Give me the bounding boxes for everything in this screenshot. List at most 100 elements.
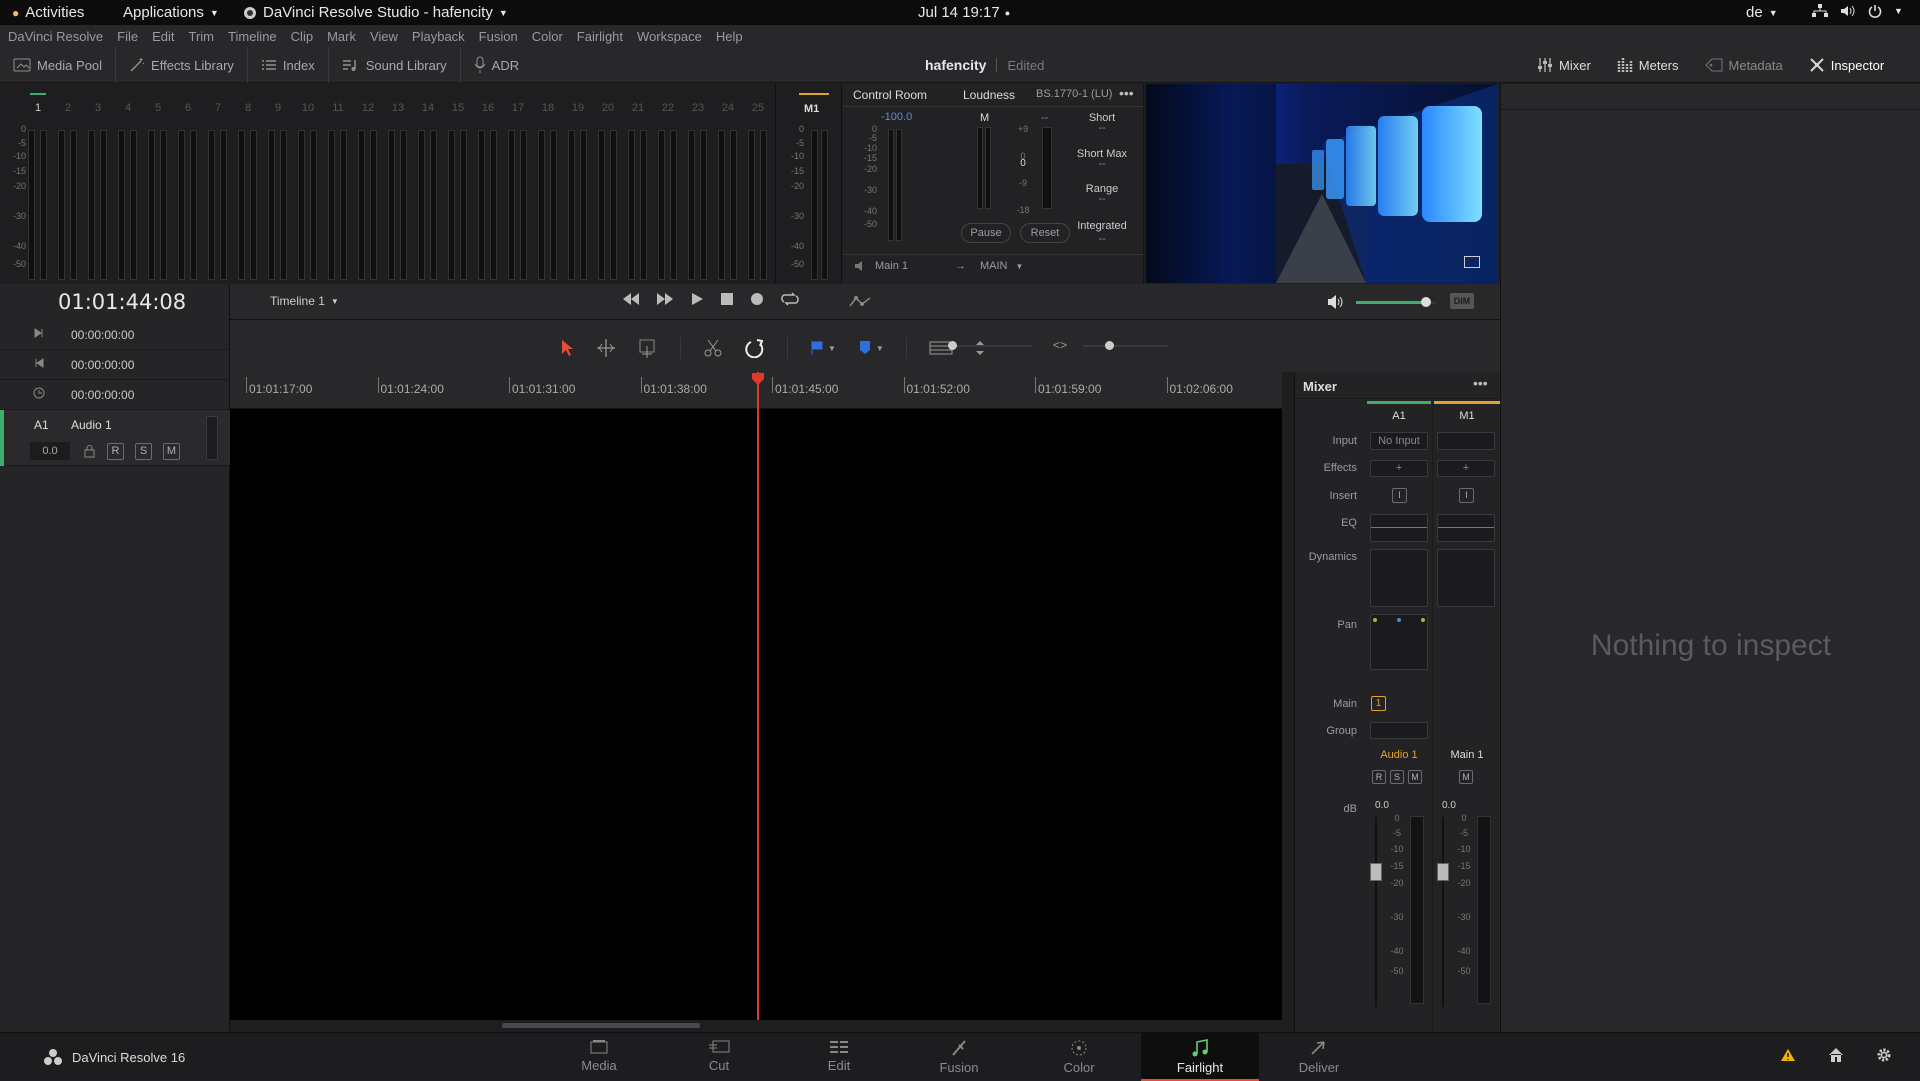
page-tab-deliver[interactable]: Deliver — [1271, 1033, 1367, 1081]
record-button[interactable] — [750, 292, 764, 306]
timeline-zoom-slider-knob[interactable] — [1105, 341, 1114, 350]
loudness-options-button[interactable]: ••• — [1119, 85, 1134, 101]
mixer-a1-fader-track[interactable] — [1375, 817, 1377, 1007]
mixer-m1-strip-name[interactable]: Main 1 — [1434, 749, 1500, 761]
track-mute-button[interactable]: M — [163, 443, 180, 460]
duration-value[interactable]: 00:00:00:00 — [71, 388, 134, 402]
mixer-m1-mute-button[interactable]: M — [1459, 770, 1473, 784]
mixer-options-button[interactable]: ••• — [1473, 375, 1488, 391]
fast-forward-button[interactable] — [656, 292, 674, 306]
media-pool-button[interactable]: Media Pool — [0, 47, 117, 83]
automation-button[interactable] — [849, 294, 871, 310]
menu-trim[interactable]: Trim — [189, 29, 215, 44]
page-tab-edit[interactable]: Edit — [791, 1033, 887, 1081]
in-point-value[interactable]: 00:00:00:00 — [71, 328, 134, 342]
mixer-toggle-button[interactable]: Mixer — [1524, 47, 1604, 83]
rewind-button[interactable] — [622, 292, 640, 306]
applications-menu[interactable]: Applications ▼ — [123, 4, 219, 21]
language-menu[interactable]: de ▼ — [1746, 4, 1778, 21]
mixer-m1-fader-value[interactable]: 0.0 — [1442, 800, 1456, 811]
flag-button[interactable]: ▼ — [810, 340, 836, 356]
mixer-m1-input-selector[interactable] — [1437, 432, 1495, 450]
timeline-track-area[interactable] — [230, 372, 1282, 1020]
mixer-a1-group-selector[interactable] — [1370, 722, 1428, 739]
effects-library-button[interactable]: Effects Library — [116, 47, 248, 83]
mixer-a1-record-button[interactable]: R — [1372, 770, 1386, 784]
page-tab-cut[interactable]: Cut — [671, 1033, 767, 1081]
activities-button[interactable]: ● Activities — [12, 4, 84, 21]
track-height-button[interactable] — [975, 340, 985, 356]
loudness-output-target[interactable]: → MAIN ▼ — [955, 260, 1023, 272]
control-room-level[interactable]: -100.0 — [881, 111, 912, 123]
volume-speaker-button[interactable] — [1327, 295, 1345, 309]
menu-davinci-resolve[interactable]: DaVinci Resolve — [8, 29, 103, 44]
track-solo-button[interactable]: S — [135, 443, 152, 460]
mixer-a1-fader-knob[interactable] — [1370, 863, 1382, 881]
track-lock-icon[interactable] — [84, 445, 95, 458]
inspector-toggle-button[interactable]: Inspector — [1796, 47, 1897, 83]
mixer-a1-fader-value[interactable]: 0.0 — [1375, 800, 1389, 811]
out-point-value[interactable]: 00:00:00:00 — [71, 358, 134, 372]
loudness-standard[interactable]: BS.1770-1 (LU) — [1036, 88, 1112, 100]
timecode-display[interactable]: 01:01:44:08 — [58, 290, 186, 314]
track-height-slider-knob[interactable] — [948, 341, 957, 350]
track-record-arm-button[interactable]: R — [107, 443, 124, 460]
mixer-a1-input-selector[interactable]: No Input — [1370, 432, 1428, 450]
clock[interactable]: Jul 14 19:17 ● — [918, 4, 1010, 21]
menu-playback[interactable]: Playback — [412, 29, 465, 44]
index-button[interactable]: Index — [248, 47, 329, 83]
marker-button[interactable]: ▼ — [858, 340, 884, 356]
snap-button[interactable] — [745, 338, 765, 358]
loudness-pause-button[interactable]: Pause — [961, 223, 1011, 243]
video-viewer[interactable] — [1146, 84, 1498, 283]
mixer-a1-mute-button[interactable]: M — [1408, 770, 1422, 784]
mixer-a1-pan-control[interactable] — [1370, 614, 1428, 670]
mixer-m1-eq-thumbnail[interactable] — [1437, 514, 1495, 542]
meters-toggle-button[interactable]: Meters — [1604, 47, 1692, 83]
menu-edit[interactable]: Edit — [152, 29, 174, 44]
timeline-vertical-scrollbar[interactable] — [1282, 372, 1294, 1032]
mixer-a1-eq-thumbnail[interactable] — [1370, 514, 1428, 542]
page-tab-fusion[interactable]: Fusion — [911, 1033, 1007, 1081]
edit-selection-button[interactable] — [638, 338, 658, 358]
sound-library-button[interactable]: Sound Library — [329, 47, 461, 83]
timeline-horizontal-scrollbar[interactable] — [230, 1020, 1282, 1032]
menu-clip[interactable]: Clip — [291, 29, 313, 44]
mixer-a1-strip-name[interactable]: Audio 1 — [1367, 749, 1431, 761]
playhead-handle[interactable] — [751, 372, 765, 386]
mixer-a1-main-bus-button[interactable]: 1 — [1371, 696, 1386, 711]
menu-view[interactable]: View — [370, 29, 398, 44]
mixer-a1-add-effect-button[interactable]: + — [1370, 460, 1428, 477]
control-room-output[interactable]: Main 1 — [855, 260, 908, 272]
loop-button[interactable] — [780, 292, 800, 306]
selection-tool-button[interactable] — [560, 339, 574, 357]
play-button[interactable] — [690, 292, 704, 306]
mixer-a1-insert-button[interactable]: I — [1392, 488, 1407, 503]
range-tool-button[interactable] — [596, 338, 616, 358]
settings-button[interactable] — [1876, 1047, 1892, 1063]
menu-file[interactable]: File — [117, 29, 138, 44]
menu-help[interactable]: Help — [716, 29, 743, 44]
picture-in-picture-icon[interactable] — [1464, 256, 1480, 268]
menu-timeline[interactable]: Timeline — [228, 29, 277, 44]
timeline-scroll-thumb[interactable] — [502, 1023, 700, 1028]
mixer-m1-dynamics-thumbnail[interactable] — [1437, 549, 1495, 607]
stop-button[interactable] — [720, 292, 734, 306]
volume-slider-knob[interactable] — [1421, 297, 1432, 307]
menu-fusion[interactable]: Fusion — [479, 29, 518, 44]
menu-mark[interactable]: Mark — [327, 29, 356, 44]
page-tab-media[interactable]: Media — [551, 1033, 647, 1081]
page-tab-color[interactable]: Color — [1031, 1033, 1127, 1081]
timeline-zoom-slider[interactable] — [1083, 341, 1168, 350]
mixer-m1-add-effect-button[interactable]: + — [1437, 460, 1495, 477]
menu-workspace[interactable]: Workspace — [637, 29, 702, 44]
menu-fairlight[interactable]: Fairlight — [577, 29, 623, 44]
adr-button[interactable]: ADR — [461, 47, 532, 83]
mixer-m1-insert-button[interactable]: I — [1459, 488, 1474, 503]
menu-color[interactable]: Color — [532, 29, 563, 44]
track-height-slider[interactable] — [948, 341, 1032, 350]
track-name[interactable]: Audio 1 — [71, 418, 112, 432]
dim-button[interactable]: DIM — [1450, 293, 1474, 309]
mixer-a1-solo-button[interactable]: S — [1390, 770, 1404, 784]
playhead[interactable] — [757, 372, 759, 1020]
